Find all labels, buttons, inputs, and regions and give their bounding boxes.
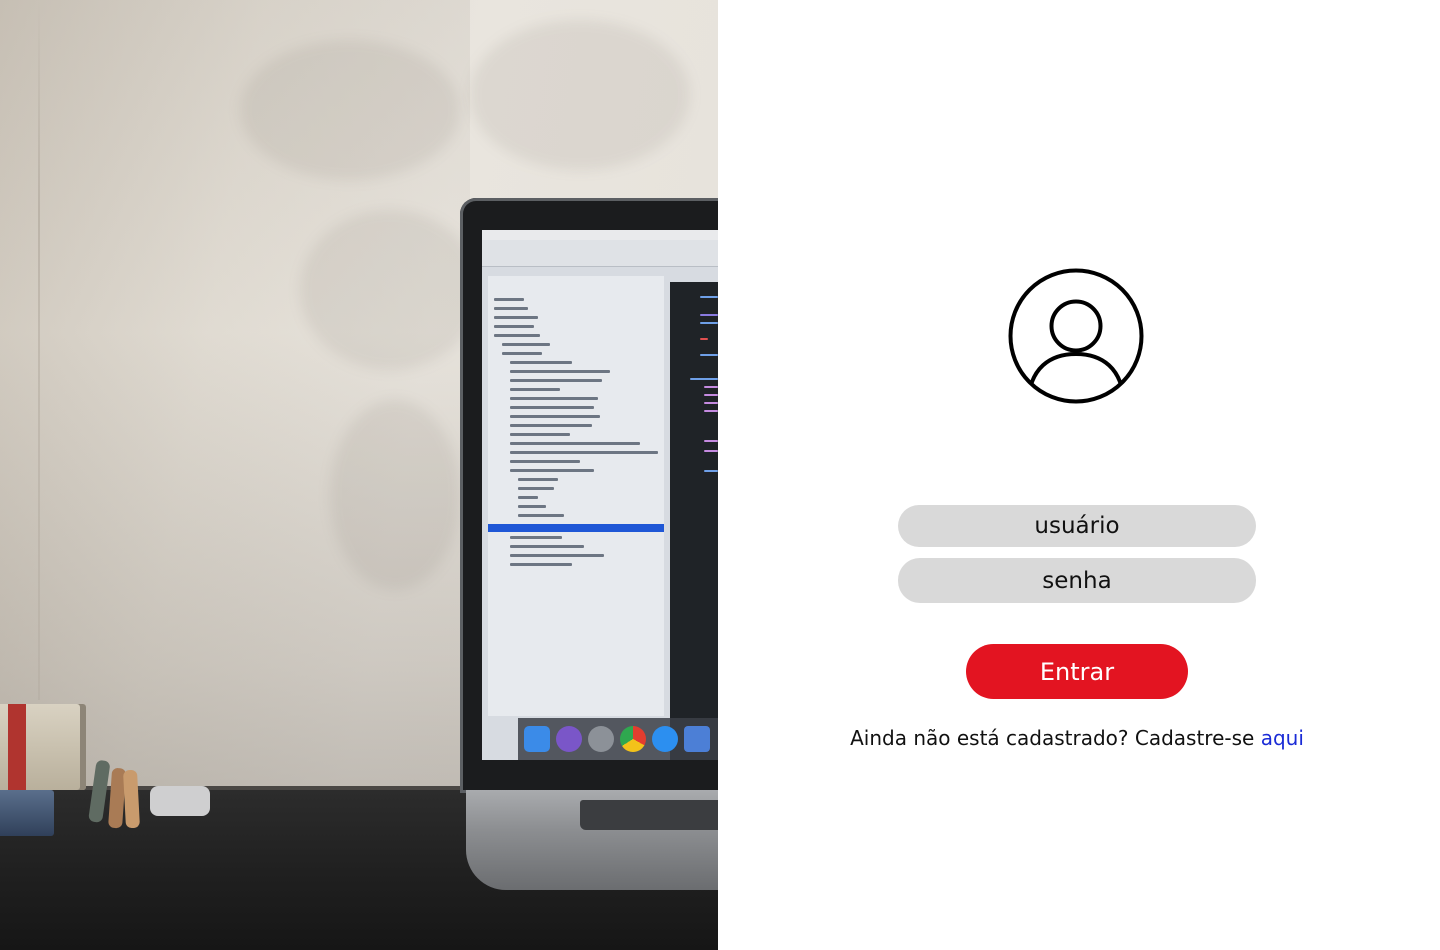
screen-line	[510, 415, 600, 418]
screen-line	[518, 496, 538, 499]
code-line	[704, 450, 718, 452]
login-panel: Entrar Ainda não está cadastrado? Cadast…	[718, 0, 1440, 950]
screen-line	[494, 298, 524, 301]
hero-photo	[0, 0, 718, 950]
login-button[interactable]: Entrar	[966, 644, 1188, 699]
screen-line	[510, 433, 570, 436]
screen-line	[510, 442, 640, 445]
screen-line	[510, 406, 594, 409]
code-line	[704, 394, 718, 396]
screen-line	[494, 325, 534, 328]
laptop-keyboard	[580, 800, 718, 830]
screen-line	[510, 388, 560, 391]
screen-line	[518, 487, 554, 490]
screen-line	[494, 334, 540, 337]
screen-line	[494, 307, 528, 310]
dock-app-icon	[556, 726, 582, 752]
screen-line	[518, 505, 546, 508]
code-line	[700, 314, 718, 316]
signup-prompt: Ainda não está cadastrado? Cadastre-se a…	[718, 726, 1436, 750]
dock-app-icon	[652, 726, 678, 752]
screen-line	[510, 460, 580, 463]
leaf-shadow	[330, 400, 460, 590]
code-line	[704, 440, 718, 442]
dock-app-icon	[620, 726, 646, 752]
screen-line	[510, 469, 594, 472]
code-line	[700, 338, 708, 340]
screen-line	[502, 343, 550, 346]
book-stack	[0, 790, 54, 836]
pen	[122, 769, 140, 829]
dock-app-icon	[524, 726, 550, 752]
dock-app-icon	[684, 726, 710, 752]
dock-app-icon	[588, 726, 614, 752]
screen-selected-row	[488, 524, 664, 532]
leaf-shadow	[240, 40, 460, 180]
screen-line	[510, 545, 584, 548]
book-band	[8, 704, 26, 790]
code-line	[704, 410, 718, 412]
leaf-shadow	[300, 210, 480, 370]
screen-line	[510, 554, 604, 557]
code-line	[704, 402, 718, 404]
signup-prompt-text: Ainda não está cadastrado? Cadastre-se	[850, 726, 1255, 750]
screen-toolbar	[482, 240, 718, 267]
screen-line	[510, 424, 592, 427]
screen-line	[510, 563, 572, 566]
code-line	[690, 378, 718, 380]
user-circle-icon	[1008, 268, 1144, 404]
screen-line	[510, 397, 598, 400]
username-input[interactable]	[898, 505, 1256, 547]
screen-line	[510, 370, 610, 373]
login-page: Entrar Ainda não está cadastrado? Cadast…	[0, 0, 1440, 950]
screen-line	[502, 352, 542, 355]
screen-sidebar	[488, 276, 664, 716]
screen-line	[518, 478, 558, 481]
wall-corner	[38, 0, 40, 700]
code-line	[700, 322, 718, 324]
code-line	[700, 354, 718, 356]
screen-line	[510, 361, 572, 364]
code-line	[700, 296, 718, 298]
screen-line	[494, 316, 538, 319]
eraser	[150, 786, 210, 816]
laptop-screen	[482, 230, 718, 760]
screen-menubar	[482, 230, 718, 240]
leaf-shadow	[470, 20, 690, 170]
screen-line	[510, 451, 658, 454]
screen-line	[510, 536, 562, 539]
code-line	[704, 386, 718, 388]
password-input[interactable]	[898, 558, 1256, 603]
screen-line	[518, 514, 564, 517]
code-line	[704, 470, 718, 472]
screen-line	[510, 379, 602, 382]
signup-link[interactable]: aqui	[1261, 726, 1304, 750]
